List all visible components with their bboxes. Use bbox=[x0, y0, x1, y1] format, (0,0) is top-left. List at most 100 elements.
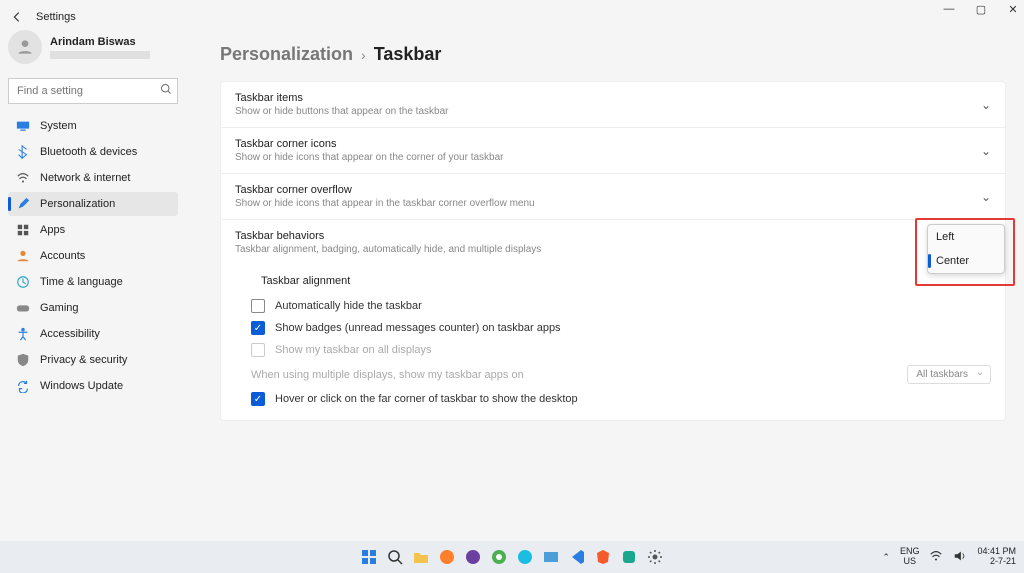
section-taskbar-items[interactable]: Taskbar items Show or hide buttons that … bbox=[221, 82, 1005, 128]
alignment-option-center[interactable]: Center bbox=[928, 249, 1004, 273]
breadcrumb: Personalization › Taskbar bbox=[220, 44, 1006, 65]
person-icon bbox=[16, 249, 30, 263]
chevron-down-icon: ⌄ bbox=[981, 98, 991, 112]
row-label: Hover or click on the far corner of task… bbox=[275, 393, 578, 405]
back-button[interactable] bbox=[8, 8, 26, 26]
app-teal-button[interactable] bbox=[619, 547, 639, 567]
apps-icon bbox=[16, 223, 30, 237]
user-block[interactable]: Arindam Biswas bbox=[8, 30, 178, 64]
chevron-down-icon: ⌄ bbox=[981, 144, 991, 158]
alignment-dropdown[interactable]: Left Center bbox=[927, 224, 1005, 274]
section-corner-icons[interactable]: Taskbar corner icons Show or hide icons … bbox=[221, 128, 1005, 174]
search-input[interactable] bbox=[8, 78, 178, 104]
row-alignment: Taskbar alignment bbox=[251, 271, 991, 291]
sidebar-item-label: Accounts bbox=[40, 250, 85, 262]
alignment-label: Taskbar alignment bbox=[261, 275, 350, 287]
row-label: When using multiple displays, show my ta… bbox=[251, 369, 524, 381]
row-multi-displays: When using multiple displays, show my ta… bbox=[251, 365, 991, 384]
settings-button[interactable] bbox=[645, 547, 665, 567]
chrome-button[interactable] bbox=[489, 547, 509, 567]
row-label: Show badges (unread messages counter) on… bbox=[275, 322, 561, 334]
checkbox-hover[interactable]: ✓ bbox=[251, 392, 265, 406]
app-purple-button[interactable] bbox=[463, 547, 483, 567]
sidebar-item-accounts[interactable]: Accounts bbox=[8, 244, 178, 268]
update-icon bbox=[16, 379, 30, 393]
sidebar-item-label: Gaming bbox=[40, 302, 79, 314]
section-behaviors[interactable]: Taskbar behaviors Taskbar alignment, bad… bbox=[221, 220, 1005, 265]
firefox-button[interactable] bbox=[437, 547, 457, 567]
row-all-displays: Show my taskbar on all displays bbox=[251, 343, 991, 357]
minimize-button[interactable]: — bbox=[942, 2, 956, 16]
sidebar-item-bluetooth[interactable]: Bluetooth & devices bbox=[8, 140, 178, 164]
edge-button[interactable] bbox=[515, 547, 535, 567]
sidebar-item-label: Apps bbox=[40, 224, 65, 236]
sidebar-item-accessibility[interactable]: Accessibility bbox=[8, 322, 178, 346]
wifi-icon bbox=[16, 171, 30, 185]
sidebar-item-label: Network & internet bbox=[40, 172, 130, 184]
sidebar-item-label: Privacy & security bbox=[40, 354, 127, 366]
section-title: Taskbar items bbox=[235, 92, 448, 104]
close-button[interactable]: ✕ bbox=[1006, 2, 1020, 16]
brave-button[interactable] bbox=[593, 547, 613, 567]
multi-display-select: All taskbars bbox=[907, 365, 991, 384]
tray-overflow[interactable]: ⌃ bbox=[882, 552, 890, 563]
bluetooth-icon bbox=[16, 145, 30, 159]
window-title: Settings bbox=[36, 11, 76, 23]
avatar bbox=[8, 30, 42, 64]
search-box[interactable] bbox=[8, 78, 178, 104]
wifi-tray-icon[interactable] bbox=[929, 549, 943, 565]
checkbox-all-displays bbox=[251, 343, 265, 357]
app-blue-button[interactable] bbox=[541, 547, 561, 567]
breadcrumb-sep: › bbox=[361, 47, 366, 63]
section-corner-overflow[interactable]: Taskbar corner overflow Show or hide ico… bbox=[221, 174, 1005, 220]
alignment-option-left[interactable]: Left bbox=[928, 225, 1004, 249]
row-hover-corner[interactable]: ✓ Hover or click on the far corner of ta… bbox=[251, 392, 991, 406]
maximize-button[interactable]: ▢ bbox=[974, 2, 988, 16]
language-indicator[interactable]: ENG US bbox=[900, 547, 920, 567]
row-autohide[interactable]: Automatically hide the taskbar bbox=[251, 299, 991, 313]
section-title: Taskbar corner overflow bbox=[235, 184, 535, 196]
section-title: Taskbar corner icons bbox=[235, 138, 504, 150]
sidebar-item-label: Bluetooth & devices bbox=[40, 146, 137, 158]
brush-icon bbox=[16, 197, 30, 211]
search-button[interactable] bbox=[385, 547, 405, 567]
section-desc: Show or hide buttons that appear on the … bbox=[235, 106, 448, 117]
user-subtitle-placeholder bbox=[50, 51, 150, 59]
section-desc: Show or hide icons that appear in the ta… bbox=[235, 198, 535, 209]
volume-tray-icon[interactable] bbox=[953, 549, 967, 565]
breadcrumb-current: Taskbar bbox=[374, 44, 442, 65]
row-badges[interactable]: ✓ Show badges (unread messages counter) … bbox=[251, 321, 991, 335]
sidebar-item-time[interactable]: Time & language bbox=[8, 270, 178, 294]
row-label: Automatically hide the taskbar bbox=[275, 300, 422, 312]
sidebar-item-privacy[interactable]: Privacy & security bbox=[8, 348, 178, 372]
chevron-down-icon: ⌄ bbox=[981, 190, 991, 204]
section-desc: Show or hide icons that appear on the co… bbox=[235, 152, 504, 163]
row-label: Show my taskbar on all displays bbox=[275, 344, 432, 356]
explorer-button[interactable] bbox=[411, 547, 431, 567]
vscode-button[interactable] bbox=[567, 547, 587, 567]
clock-icon bbox=[16, 275, 30, 289]
search-icon bbox=[160, 83, 172, 98]
sidebar-item-personalization[interactable]: Personalization bbox=[8, 192, 178, 216]
sidebar-item-apps[interactable]: Apps bbox=[8, 218, 178, 242]
clock-tray[interactable]: 04:41 PM 2-7-21 bbox=[977, 547, 1016, 567]
section-title: Taskbar behaviors bbox=[235, 230, 541, 242]
checkbox-autohide[interactable] bbox=[251, 299, 265, 313]
sidebar-item-system[interactable]: System bbox=[8, 114, 178, 138]
user-name: Arindam Biswas bbox=[50, 36, 150, 48]
checkbox-badges[interactable]: ✓ bbox=[251, 321, 265, 335]
sidebar-item-network[interactable]: Network & internet bbox=[8, 166, 178, 190]
sidebar-item-update[interactable]: Windows Update bbox=[8, 374, 178, 398]
start-button[interactable] bbox=[359, 547, 379, 567]
breadcrumb-parent[interactable]: Personalization bbox=[220, 44, 353, 65]
accessibility-icon bbox=[16, 327, 30, 341]
taskbar[interactable]: ⌃ ENG US 04:41 PM 2-7-21 bbox=[0, 541, 1024, 573]
sidebar-item-label: System bbox=[40, 120, 77, 132]
sidebar-item-label: Time & language bbox=[40, 276, 123, 288]
sidebar-item-gaming[interactable]: Gaming bbox=[8, 296, 178, 320]
sidebar-item-label: Windows Update bbox=[40, 380, 123, 392]
gamepad-icon bbox=[16, 301, 30, 315]
sidebar-item-label: Personalization bbox=[40, 198, 115, 210]
sidebar-item-label: Accessibility bbox=[40, 328, 100, 340]
display-icon bbox=[16, 119, 30, 133]
